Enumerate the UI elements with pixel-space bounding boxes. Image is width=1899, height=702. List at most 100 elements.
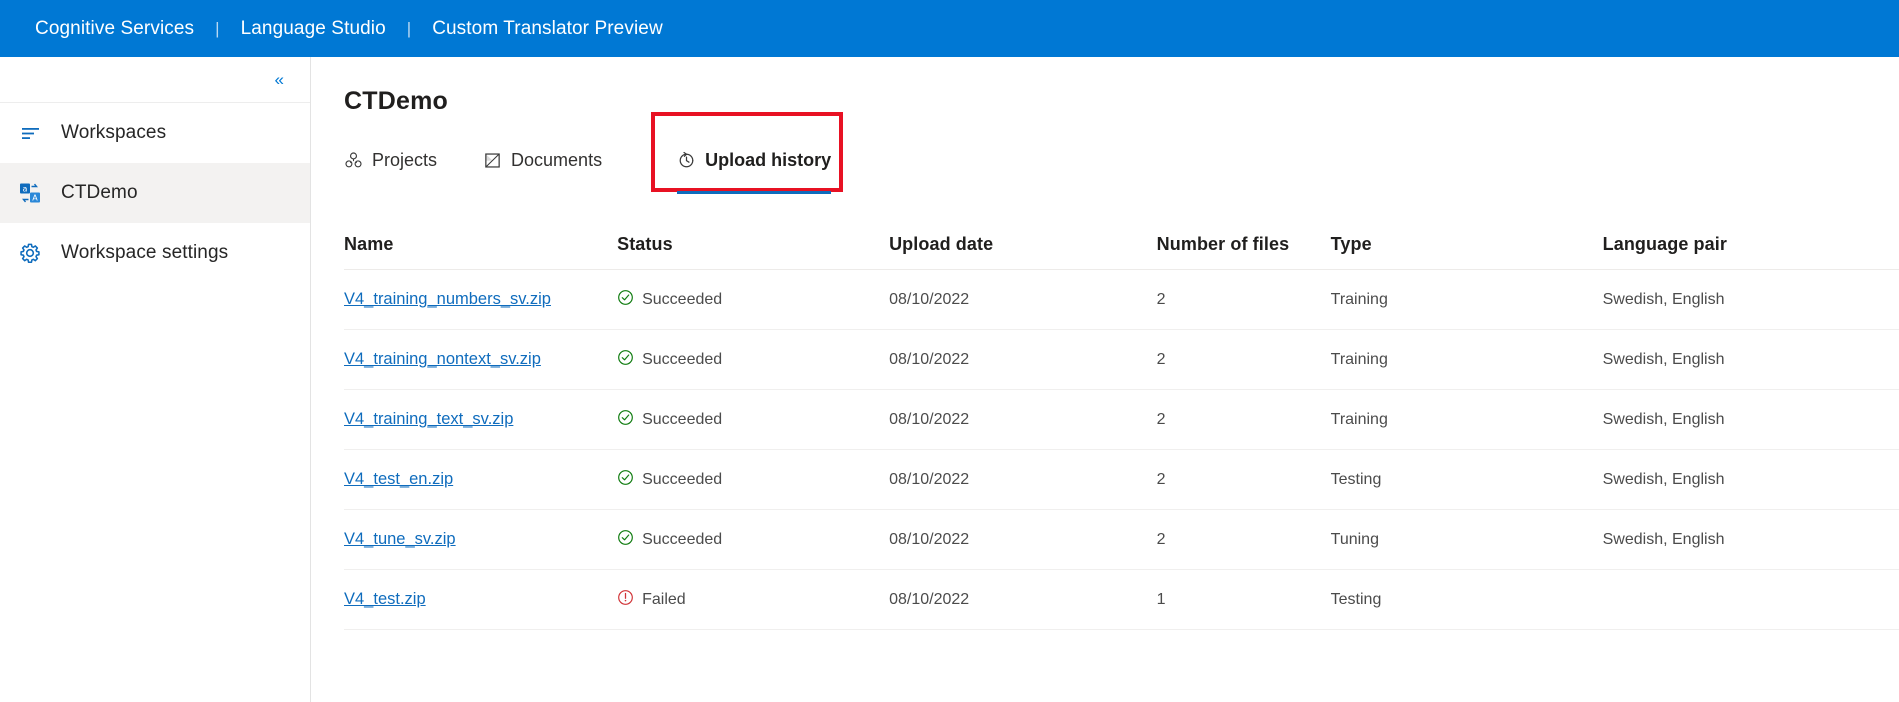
table-row[interactable]: V4_test_en.zip Succeeded 08/10/2022 2 Testin… [344, 449, 1899, 510]
table-header-row: Name Status Upload date Number of files … [344, 234, 1899, 270]
cell-upload-date: 08/10/2022 [889, 269, 1157, 330]
status-failed-icon [617, 589, 634, 611]
cell-number-of-files: 2 [1156, 449, 1331, 510]
cell-type: Testing [1330, 569, 1603, 630]
file-link[interactable]: V4_training_nontext_sv.zip [344, 350, 541, 368]
status-badge: Succeeded [617, 270, 889, 329]
cell-name: V4_test_en.zip [344, 449, 618, 510]
chevron-double-left-icon[interactable]: « [271, 68, 287, 91]
tab-label: Upload history [705, 149, 832, 170]
breadcrumb-cognitive-services[interactable]: Cognitive Services [35, 18, 194, 40]
upload-history-table-wrapper: Name Status Upload date Number of files … [344, 234, 1899, 630]
status-label: Succeeded [642, 350, 723, 368]
sidebar: « Workspaces a A CTDemo Workspace settin… [0, 57, 311, 702]
cell-status: Failed [617, 569, 890, 630]
column-header-number-of-files[interactable]: Number of files [1156, 234, 1331, 270]
sidebar-item-label: Workspaces [61, 122, 167, 143]
sidebar-item-workspaces[interactable]: Workspaces [0, 103, 310, 163]
cell-name: V4_test.zip [344, 569, 618, 630]
cell-number-of-files: 2 [1156, 269, 1331, 330]
gear-icon [16, 242, 44, 264]
list-icon [16, 123, 44, 144]
documents-icon [483, 151, 502, 170]
app-shell: « Workspaces a A CTDemo Workspace settin… [0, 57, 1899, 702]
table-head: Name Status Upload date Number of files … [344, 234, 1899, 270]
status-success-icon [617, 409, 634, 431]
cell-upload-date: 08/10/2022 [889, 509, 1157, 570]
cell-language-pair: Swedish, English [1602, 269, 1899, 330]
cell-type: Tuning [1330, 509, 1603, 570]
status-success-icon [617, 529, 634, 551]
svg-text:a: a [23, 184, 28, 193]
history-clock-icon [677, 151, 696, 170]
status-badge: Succeeded [617, 390, 889, 449]
sidebar-item-ctdemo[interactable]: a A CTDemo [0, 163, 310, 223]
column-header-status[interactable]: Status [617, 234, 890, 270]
tab-label: Projects [372, 149, 438, 170]
breadcrumb-language-studio[interactable]: Language Studio [241, 18, 386, 40]
tab-label: Documents [511, 149, 603, 170]
file-link[interactable]: V4_test.zip [344, 590, 426, 608]
cell-language-pair: Swedish, English [1602, 509, 1899, 570]
cell-status: Succeeded [617, 449, 890, 510]
tab-upload-history[interactable]: Upload history [677, 141, 832, 194]
cell-type: Training [1330, 389, 1603, 450]
table-row[interactable]: V4_test.zip Failed 08/10/2022 1 Testing [344, 569, 1899, 630]
cell-name: V4_training_text_sv.zip [344, 389, 618, 450]
status-label: Failed [642, 590, 686, 608]
cell-status: Succeeded [617, 509, 890, 570]
cell-status: Succeeded [617, 389, 890, 450]
breadcrumb-separator: | [406, 18, 412, 38]
cell-status: Succeeded [617, 269, 890, 330]
translate-icon: a A [16, 182, 44, 204]
cell-name: V4_tune_sv.zip [344, 509, 618, 570]
table-row[interactable]: V4_tune_sv.zip Succeeded 08/10/2022 2 Tuning… [344, 509, 1899, 570]
cell-status: Succeeded [617, 329, 890, 390]
cell-language-pair: Swedish, English [1602, 449, 1899, 510]
table-row[interactable]: V4_training_nontext_sv.zip Succeeded 08/10… [344, 329, 1899, 390]
page-title: CTDemo [344, 87, 448, 115]
main-content: CTDemo Projects Documents Upload history… [311, 57, 1899, 702]
file-link[interactable]: V4_test_en.zip [344, 470, 453, 488]
status-badge: Succeeded [617, 450, 889, 509]
column-header-type[interactable]: Type [1330, 234, 1603, 270]
cell-number-of-files: 2 [1156, 389, 1331, 450]
cell-type: Testing [1330, 449, 1603, 510]
file-link[interactable]: V4_training_numbers_sv.zip [344, 290, 551, 308]
breadcrumb-custom-translator-preview[interactable]: Custom Translator Preview [432, 18, 663, 40]
tab-bar: Projects Documents Upload history [344, 112, 1899, 194]
cell-name: V4_training_numbers_sv.zip [344, 269, 618, 330]
cell-language-pair: Swedish, English [1602, 389, 1899, 450]
cell-number-of-files: 2 [1156, 329, 1331, 390]
cell-type: Training [1330, 329, 1603, 390]
global-header: Cognitive Services | Language Studio | C… [0, 0, 1899, 57]
status-label: Succeeded [642, 410, 723, 428]
cell-upload-date: 08/10/2022 [889, 449, 1157, 510]
cell-language-pair [1602, 569, 1899, 630]
column-header-language-pair[interactable]: Language pair [1602, 234, 1899, 270]
svg-text:A: A [32, 193, 38, 202]
file-link[interactable]: V4_tune_sv.zip [344, 530, 456, 548]
breadcrumb-separator: | [215, 18, 220, 38]
tab-upload-history-wrapper: Upload history [651, 112, 844, 194]
cell-upload-date: 08/10/2022 [889, 329, 1157, 390]
cell-upload-date: 08/10/2022 [889, 389, 1157, 450]
status-badge: Succeeded [617, 330, 889, 389]
sidebar-item-label: Workspace settings [61, 242, 229, 263]
table-row[interactable]: V4_training_numbers_sv.zip Succeeded 08/10… [344, 269, 1899, 330]
table-row[interactable]: V4_training_text_sv.zip Succeeded 08/10/20… [344, 389, 1899, 450]
status-success-icon [617, 349, 634, 371]
column-header-upload-date[interactable]: Upload date [889, 234, 1157, 270]
status-success-icon [617, 469, 634, 491]
tab-projects[interactable]: Projects [344, 141, 437, 181]
projects-icon [344, 151, 363, 170]
status-badge: Failed [617, 570, 889, 629]
file-link[interactable]: V4_training_text_sv.zip [344, 410, 513, 428]
status-label: Succeeded [642, 290, 723, 308]
sidebar-item-workspace-settings[interactable]: Workspace settings [0, 223, 310, 283]
sidebar-item-label: CTDemo [61, 182, 138, 203]
tab-documents[interactable]: Documents [483, 141, 602, 181]
table-body: V4_training_numbers_sv.zip Succeeded 08/10… [344, 269, 1899, 630]
column-header-name[interactable]: Name [344, 234, 618, 270]
cell-number-of-files: 1 [1156, 569, 1331, 630]
